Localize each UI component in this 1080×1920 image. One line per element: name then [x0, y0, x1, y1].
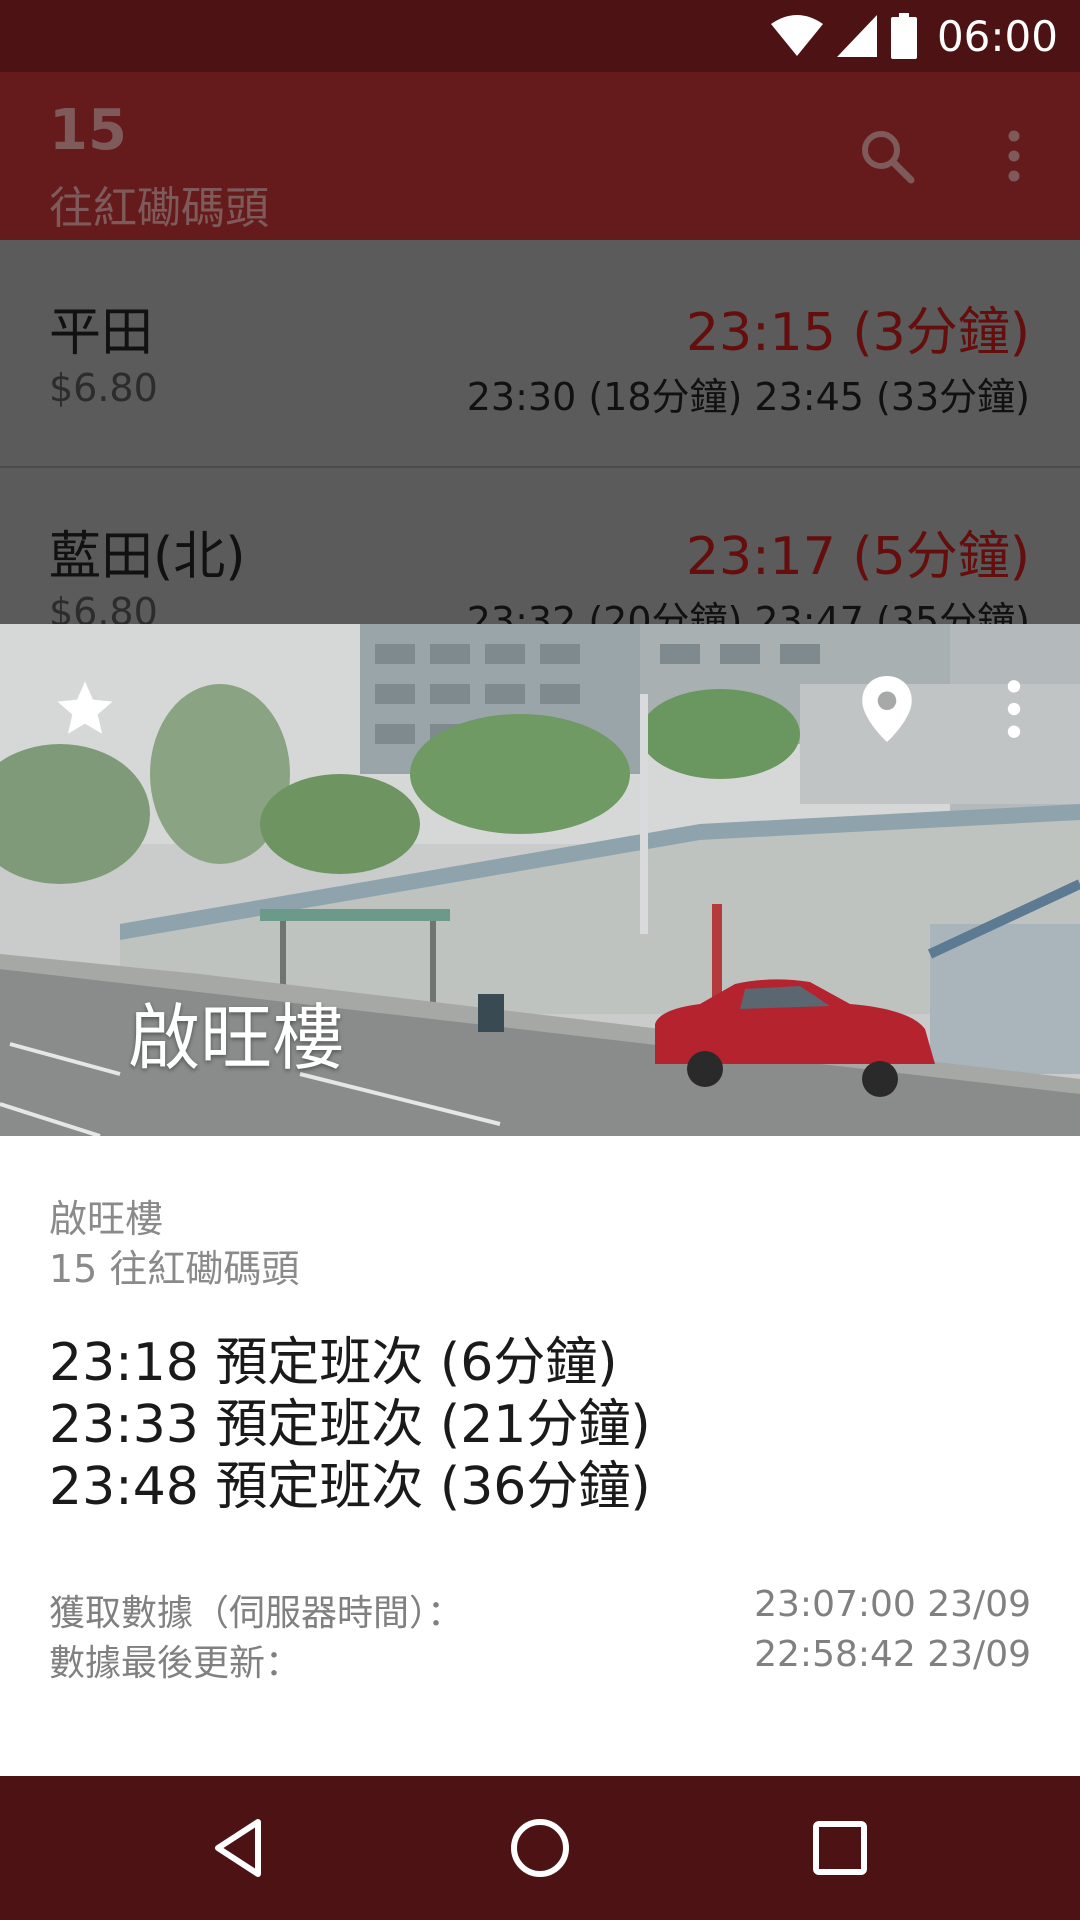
updated-label: 數據最後更新：	[49, 1643, 302, 1684]
fetched-value: 23:07:00 23/09	[754, 1584, 1031, 1625]
status-bar: 06:00	[0, 0, 1080, 72]
route-number: 15	[49, 98, 127, 163]
route-destination: 往紅磡碼頭	[49, 183, 269, 234]
fetched-label: 獲取數據（伺服器時間）：	[49, 1593, 464, 1634]
updated-value: 22:58:42 23/09	[754, 1634, 1031, 1675]
detail-route: 15 往紅磡碼頭	[49, 1247, 300, 1291]
detail-stop-name: 啟旺樓	[49, 1197, 164, 1241]
eta-next: 23:15 (3分鐘)	[685, 303, 1030, 363]
stop-fare: $6.80	[49, 590, 158, 624]
stop-list: 平田 $6.80 23:15 (3分鐘) 23:30 (18分鐘) 23:45 …	[0, 240, 1080, 624]
eta-following: 23:30 (18分鐘) 23:45 (33分鐘)	[466, 375, 1030, 419]
stop-fare: $6.80	[49, 366, 158, 410]
stop-row[interactable]: 藍田(北) $6.80 23:17 (5分鐘) 23:32 (20分鐘) 23:…	[0, 468, 1080, 624]
wifi-icon	[770, 15, 823, 56]
status-time: 06:00	[936, 11, 1058, 61]
favorite-star-icon[interactable]	[50, 676, 120, 742]
status-icons: 06:00	[770, 0, 1058, 72]
photo-stop-title: 啟旺樓	[128, 996, 345, 1080]
recents-icon[interactable]	[800, 1808, 880, 1888]
eta-next: 23:17 (5分鐘)	[685, 527, 1030, 587]
stop-name: 藍田(北)	[49, 527, 246, 587]
stop-name: 平田	[49, 303, 154, 363]
more-vert-icon[interactable]	[996, 676, 1032, 742]
cell-signal-icon	[836, 15, 877, 57]
more-vert-icon[interactable]	[982, 124, 1046, 188]
home-icon[interactable]	[500, 1808, 580, 1888]
search-icon[interactable]	[855, 124, 919, 188]
eta-entry: 23:48 預定班次 (36分鐘)	[49, 1457, 651, 1517]
back-icon[interactable]	[200, 1808, 280, 1888]
app-bar: 15 往紅磡碼頭	[0, 72, 1080, 240]
eta-following: 23:32 (20分鐘) 23:47 (35分鐘)	[466, 599, 1030, 624]
battery-icon	[890, 13, 917, 59]
map-pin-icon[interactable]	[862, 676, 912, 742]
navigation-bar	[0, 1776, 1080, 1920]
stop-photo: 啟旺樓	[0, 624, 1080, 1136]
stop-detail-sheet: 啟旺樓 15 往紅磡碼頭 23:18 預定班次 (6分鐘) 23:33 預定班次…	[0, 1136, 1080, 1776]
stop-row[interactable]: 平田 $6.80 23:15 (3分鐘) 23:30 (18分鐘) 23:45 …	[0, 240, 1080, 466]
